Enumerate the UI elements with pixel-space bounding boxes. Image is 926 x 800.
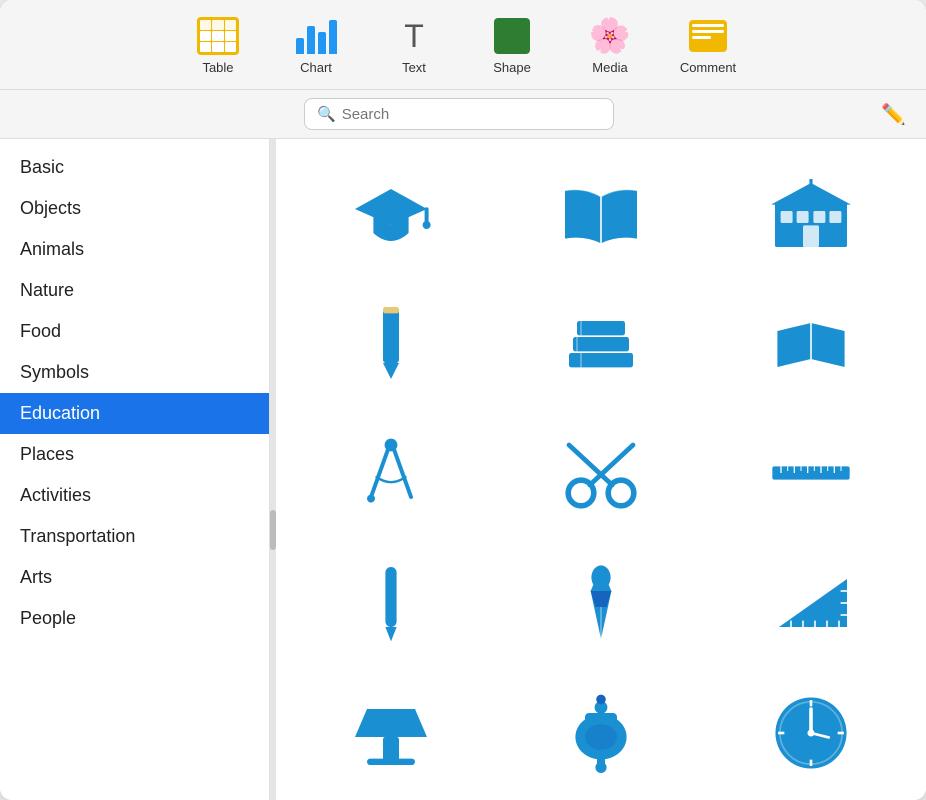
icon-book-open[interactable] <box>716 293 906 393</box>
shape-icon <box>488 14 536 58</box>
scroll-thumb[interactable] <box>270 510 276 550</box>
text-icon: T <box>390 14 438 58</box>
pen-icon[interactable]: ✏️ <box>881 102 906 127</box>
toolbar: Table Chart T Text Shape <box>0 0 926 90</box>
icon-ruler[interactable] <box>716 423 906 523</box>
icon-school-building[interactable] <box>716 163 906 263</box>
icon-scissors[interactable] <box>506 423 696 523</box>
toolbar-comment-button[interactable]: Comment <box>663 8 753 81</box>
sidebar-item-transportation[interactable]: Transportation <box>0 516 269 557</box>
toolbar-chart-label: Chart <box>300 60 332 75</box>
sidebar-item-animals[interactable]: Animals <box>0 229 269 270</box>
toolbar-chart-button[interactable]: Chart <box>271 8 361 81</box>
icon-pen[interactable] <box>296 553 486 653</box>
icon-graduation-cap[interactable] <box>296 163 486 263</box>
toolbar-media-label: Media <box>592 60 627 75</box>
sidebar-item-education[interactable]: Education <box>0 393 269 434</box>
sidebar: Basic Objects Animals Nature Food Symbol… <box>0 139 270 800</box>
main-window: Table Chart T Text Shape <box>0 0 926 800</box>
sidebar-item-arts[interactable]: Arts <box>0 557 269 598</box>
sidebar-item-food[interactable]: Food <box>0 311 269 352</box>
sidebar-item-nature[interactable]: Nature <box>0 270 269 311</box>
media-icon: 🌸 <box>586 14 634 58</box>
chart-icon <box>292 14 340 58</box>
sidebar-item-places[interactable]: Places <box>0 434 269 475</box>
search-icon: 🔍 <box>317 105 336 123</box>
search-input[interactable] <box>342 106 601 123</box>
toolbar-table-button[interactable]: Table <box>173 8 263 81</box>
search-bar-row: 🔍 ✏️ <box>0 90 926 139</box>
main-content: Basic Objects Animals Nature Food Symbol… <box>0 139 926 800</box>
icon-fountain-pen[interactable] <box>506 553 696 653</box>
icon-desk-lamp[interactable] <box>296 683 486 783</box>
toolbar-comment-label: Comment <box>680 60 736 75</box>
sidebar-item-objects[interactable]: Objects <box>0 188 269 229</box>
sidebar-item-activities[interactable]: Activities <box>0 475 269 516</box>
sidebar-item-people[interactable]: People <box>0 598 269 639</box>
icon-triangle-ruler[interactable] <box>716 553 906 653</box>
toolbar-table-label: Table <box>202 60 233 75</box>
toolbar-shape-button[interactable]: Shape <box>467 8 557 81</box>
comment-icon <box>684 14 732 58</box>
icon-compass[interactable] <box>296 423 486 523</box>
toolbar-text-button[interactable]: T Text <box>369 8 459 81</box>
icon-open-book[interactable] <box>506 163 696 263</box>
icon-pencil[interactable] <box>296 293 486 393</box>
icon-school-bell[interactable] <box>506 683 696 783</box>
table-icon <box>194 14 242 58</box>
icon-clock[interactable] <box>716 683 906 783</box>
toolbar-media-button[interactable]: 🌸 Media <box>565 8 655 81</box>
search-container: 🔍 <box>304 98 614 130</box>
sidebar-item-symbols[interactable]: Symbols <box>0 352 269 393</box>
icon-stacked-books[interactable] <box>506 293 696 393</box>
toolbar-shape-label: Shape <box>493 60 531 75</box>
icons-grid <box>276 139 926 800</box>
toolbar-text-label: Text <box>402 60 426 75</box>
sidebar-item-basic[interactable]: Basic <box>0 147 269 188</box>
